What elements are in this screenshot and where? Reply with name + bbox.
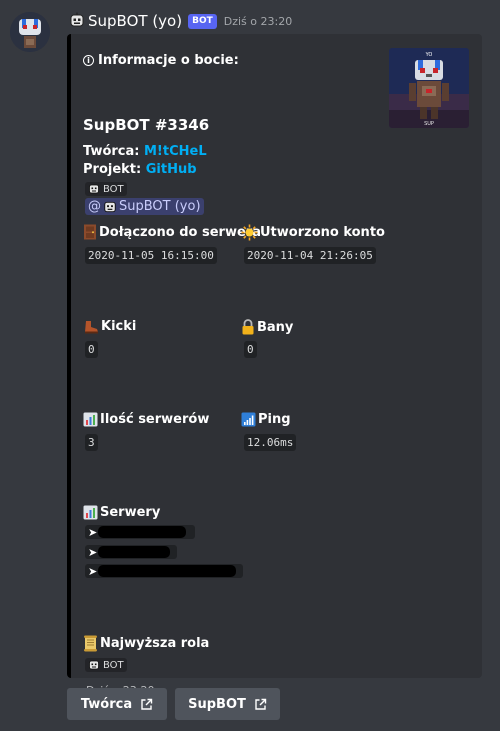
- field-server-count-name: Ilość serwerów: [83, 412, 209, 427]
- robot-face-icon: [104, 201, 116, 212]
- message-header: SupBOT (yo) BOT Dziś o 23:20: [68, 11, 292, 31]
- field-server-count-label: Ilość serwerów: [100, 412, 210, 427]
- top-role-value: BOT: [103, 659, 124, 671]
- field-top-role-label: Najwyższa rola: [100, 636, 210, 651]
- robot-face-icon: [89, 660, 99, 670]
- field-joined-label: Dołączono do serwera: [99, 224, 261, 240]
- redacted-server-name: [98, 565, 237, 577]
- bot-name-heading: SupBOT #3346: [83, 116, 210, 134]
- bot-mention[interactable]: @ SupBOT (yo): [85, 198, 204, 215]
- boot-icon: [85, 320, 98, 333]
- door-icon: [84, 224, 96, 240]
- message-timestamp: Dziś o 23:20: [223, 14, 293, 28]
- external-link-icon: [141, 698, 153, 710]
- field-joined-value: 2020-11-05 16:15:00: [85, 247, 217, 264]
- author-name[interactable]: SupBOT (yo): [88, 12, 182, 30]
- field-top-role-name: Najwyższa rola: [83, 635, 209, 652]
- field-created-value: 2020-11-04 21:26:05: [244, 247, 376, 264]
- bar-chart-icon: [83, 505, 98, 520]
- mention-prefix: @: [88, 199, 101, 214]
- field-joined-name: Dołączono do serwera: [83, 224, 261, 240]
- author-avatar[interactable]: [10, 12, 50, 52]
- supbot-button-label: SupBOT: [188, 696, 246, 712]
- robot-face-icon: [89, 184, 99, 194]
- field-kicks-label: Kicki: [101, 319, 137, 334]
- field-ping-name: Ping: [241, 412, 291, 427]
- embed-thumbnail[interactable]: YO SUP: [389, 48, 469, 128]
- server-list-item: ➤: [85, 525, 195, 539]
- signal-bars-icon: [241, 412, 256, 427]
- field-ping-value: 12.06ms: [244, 434, 297, 451]
- bar-chart-icon: [83, 412, 98, 427]
- field-bans-label: Bany: [257, 319, 294, 335]
- server-list-item: ➤: [85, 545, 177, 559]
- creator-line: Twórca: M!tCHeL: [83, 144, 207, 159]
- svg-text:YO: YO: [425, 52, 433, 58]
- project-line: Projekt: GitHub: [83, 162, 197, 177]
- thumbnail-caption: SUP: [424, 121, 434, 127]
- arrow-icon: ➤: [88, 545, 98, 559]
- redacted-server-name: [98, 546, 171, 558]
- field-bans-name: Bany: [241, 319, 293, 335]
- creator-label: Twórca:: [83, 144, 140, 159]
- creator-link-button[interactable]: Twórca: [67, 688, 167, 720]
- mention-name: SupBOT (yo): [119, 199, 201, 214]
- project-link[interactable]: GitHub: [146, 162, 197, 177]
- robot-face-icon: [70, 12, 84, 27]
- redacted-server-name: [98, 526, 187, 538]
- server-list-item: ➤: [85, 564, 243, 578]
- role-chip-bot[interactable]: BOT: [85, 658, 127, 672]
- embed-description: i Informacje o bocie:: [83, 53, 239, 68]
- bot-info-embed: YO SUP i Informacje o bocie: SupBOT #334…: [67, 34, 482, 697]
- arrow-icon: ➤: [88, 564, 98, 578]
- field-bans-value: 0: [244, 341, 257, 358]
- field-kicks-name: Kicki: [83, 319, 136, 334]
- embed-description-title: i Informacje o bocie:: [83, 53, 239, 68]
- info-icon: i: [83, 55, 94, 66]
- field-ping-label: Ping: [258, 412, 291, 427]
- scroll-icon: [84, 635, 97, 652]
- field-servers-label: Serwery: [100, 505, 161, 520]
- arrow-icon: ➤: [88, 525, 98, 539]
- creator-button-label: Twórca: [80, 696, 133, 712]
- sun-icon: [241, 224, 258, 241]
- description-title-text: Informacje o bocie:: [98, 53, 239, 68]
- creator-link[interactable]: M!tCHeL: [144, 144, 207, 159]
- field-created-name: Utworzono konto: [241, 224, 385, 241]
- bot-tag: BOT: [188, 13, 217, 29]
- field-server-count-value: 3: [85, 434, 98, 451]
- role-chip-bot[interactable]: BOT: [85, 182, 127, 196]
- field-created-label: Utworzono konto: [260, 225, 385, 240]
- lock-icon: [242, 319, 254, 335]
- field-servers-name: Serwery: [83, 505, 160, 520]
- supbot-link-button[interactable]: SupBOT: [175, 688, 280, 720]
- role-chip-label: BOT: [103, 183, 124, 195]
- external-link-icon: [255, 698, 267, 710]
- project-label: Projekt:: [83, 162, 142, 177]
- field-kicks-value: 0: [85, 341, 98, 358]
